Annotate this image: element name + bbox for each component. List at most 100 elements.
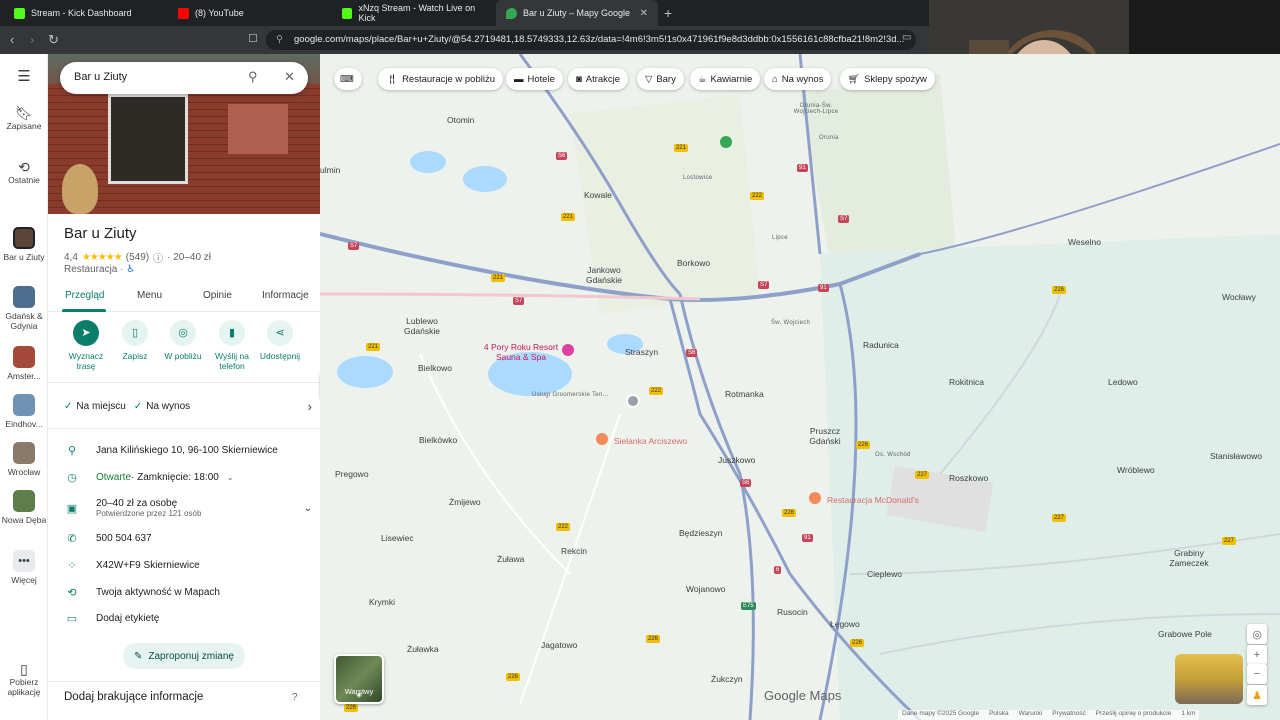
url-bar[interactable]: ⚲ google.com/maps/place/Bar+u+Ziuty/@54.… (266, 30, 916, 50)
map-canvas[interactable]: ⌨ 🍴︎ Restauracje w pobliżu ▬ Hotele ◙ Atrak… (320, 54, 1280, 720)
restaurant-marker-icon[interactable] (809, 492, 821, 504)
privacy-link[interactable]: Prywatność (1052, 710, 1086, 720)
place-marker-icon[interactable] (626, 394, 640, 408)
kick-icon (342, 7, 353, 19)
activity-row[interactable]: ⟲ Twoja aktywność w Mapach (64, 582, 312, 602)
chip-groceries[interactable]: 🛒︎ Sklepy spożyw (840, 68, 935, 90)
search-icon[interactable]: ⚲ (248, 69, 258, 85)
cocktail-icon: ▽ (645, 73, 653, 85)
tab-overview[interactable]: Przegląd (65, 290, 104, 301)
rail-saved[interactable]: 🔖︎ Zapisane (0, 106, 48, 131)
road-shield: 226 (850, 639, 865, 647)
directions-button[interactable]: ➤ Wyznacz trasę (61, 320, 111, 371)
poi-spa[interactable]: 4 Pory Roku Resort Sauna & Spa (476, 342, 566, 362)
rail-place-gdansk[interactable]: Gdańsk & Gdynia (0, 286, 48, 331)
restaurant-marker-icon[interactable] (596, 433, 608, 445)
attribution-link[interactable]: Polska (989, 710, 1009, 720)
road-shield: S6 (686, 349, 698, 357)
phone-row[interactable]: ✆ 500 504 637 (64, 528, 312, 548)
chevron-down-icon[interactable]: ⌄ (304, 503, 312, 514)
fork-knife-icon: 🍴︎ (386, 73, 399, 85)
zoom-in-button[interactable]: + (1247, 645, 1267, 665)
close-icon[interactable]: ✕ (284, 69, 295, 85)
reload-icon[interactable]: ↻ (48, 32, 59, 48)
chip-takeout[interactable]: ⌂ Na wynos (764, 68, 832, 90)
scale-label[interactable]: 1 km (1181, 710, 1195, 720)
poi-sielanka[interactable]: Sielanka Arciszewo (614, 436, 687, 446)
rail-more[interactable]: ••• Więcej (0, 550, 48, 585)
road-shield: 226 (856, 441, 871, 449)
hours-row[interactable]: ◷ Otwarte · Zamknięcie: 18:00 ⌄ (64, 467, 312, 487)
map-label: Żuławka (407, 644, 439, 654)
chip-cafes[interactable]: ☕︎ Kawiarnie (690, 68, 761, 90)
chip-hotels[interactable]: ▬ Hotele (506, 68, 563, 90)
spa-marker-icon[interactable] (562, 344, 574, 356)
browser-tab-active[interactable]: Bar u Ziuty – Mapy Google ✕ (496, 0, 658, 26)
chip-attractions[interactable]: ◙ Atrakcje (568, 68, 629, 90)
forward-icon[interactable]: › (30, 32, 34, 47)
feedback-link[interactable]: Prześlij opinię o produkcie (1096, 710, 1172, 720)
rail-place-bar-u-ziuty[interactable]: Bar u Ziuty (0, 227, 48, 262)
place-thumbnail (13, 346, 35, 368)
phone-icon: ▯ (20, 661, 28, 677)
close-tab-icon[interactable]: ✕ (640, 8, 648, 19)
browser-tab[interactable]: xNzq Stream - Watch Live on Kick (332, 0, 498, 26)
rail-place-eindhoven[interactable]: Eindhov... (0, 394, 48, 429)
rail-recent[interactable]: ⟲ Ostatnie (0, 160, 48, 185)
send-to-phone-button[interactable]: ▮ Wyślij na telefon (207, 320, 257, 371)
share-button[interactable]: ⋖ Udostępnij (255, 320, 305, 361)
rail-place-wroclaw[interactable]: Wrocław (0, 442, 48, 477)
zoom-out-button[interactable]: − (1247, 664, 1267, 684)
road-shield: 226 (646, 635, 661, 643)
rail-label: Eindhov... (5, 419, 43, 429)
bookmark-icon[interactable]: ☐ (248, 32, 258, 45)
back-icon[interactable]: ‹ (10, 32, 14, 47)
place-title: Bar u Ziuty (64, 225, 137, 242)
new-tab-icon[interactable]: + (664, 5, 672, 21)
poi-mcdonalds[interactable]: Restauracja McDonald's (827, 495, 919, 505)
terms-link[interactable]: Warunki (1019, 710, 1043, 720)
park-marker-icon[interactable] (720, 136, 732, 148)
suggest-edit-button[interactable]: ✎ Zaproponuj zmianę (123, 643, 245, 669)
plus-code-row[interactable]: ⁘ X42W+F9 Skierniewice (64, 555, 312, 575)
chip-label: Hotele (527, 73, 555, 85)
rail-download-app[interactable]: ▯ Pobierz aplikację (0, 661, 48, 697)
map-label: Żukczyn (711, 674, 743, 684)
browser-tab[interactable]: Stream - Kick Dashboard (4, 0, 170, 26)
action-label: Udostępnij (259, 351, 301, 361)
rail-place-amsterdam[interactable]: Amster... (0, 346, 48, 381)
browser-tab[interactable]: (8) YouTube (168, 0, 334, 26)
add-label-row[interactable]: ▭ Dodaj etykietę (64, 608, 312, 628)
chip-restaurants[interactable]: 🍴︎ Restauracje w pobliżu (378, 68, 503, 90)
tab-menu[interactable]: Menu (137, 290, 162, 301)
my-location-button[interactable]: ◎ (1247, 624, 1267, 644)
tab-reviews[interactable]: Opinie (203, 290, 232, 301)
cast-icon[interactable]: ▭ (902, 32, 911, 43)
help-icon[interactable]: ? (292, 692, 298, 703)
category-row: Restauracja · ♿︎ (64, 264, 135, 275)
map-district-label: Os. Wschód (875, 452, 911, 458)
keyboard-shortcuts-chip[interactable]: ⌨ (334, 68, 362, 90)
layers-button[interactable]: ◈ Warstwy (334, 654, 384, 704)
nearby-button[interactable]: ◎ W pobliżu (158, 320, 208, 361)
street-view-thumbnail[interactable] (1175, 654, 1243, 704)
search-input[interactable]: Bar u Ziuty (74, 71, 127, 83)
service-options-row[interactable]: ✓ Na miejscu ✓ Na wynos › (64, 396, 312, 416)
add-label-text: Dodaj etykietę (96, 612, 160, 624)
rating-row: 4,4 ★★★★★ (549) ⓘ · 20–40 zł (64, 250, 211, 265)
price-row[interactable]: ▣ 20–40 zł za osobę Potwierdzone przez 1… (64, 495, 312, 521)
chevron-down-icon[interactable]: ⌄ (227, 473, 234, 482)
category-label[interactable]: Restauracja · (64, 264, 123, 275)
review-count[interactable]: (549) (126, 252, 149, 263)
info-icon[interactable]: ⓘ (153, 250, 163, 265)
menu-icon[interactable]: ☰ (0, 69, 48, 84)
pegman-button[interactable]: ♟ (1247, 685, 1267, 705)
save-button[interactable]: ▯ Zapisz (110, 320, 160, 361)
rail-place-nowa-deba[interactable]: Nowa Dęba (0, 490, 48, 525)
tab-about[interactable]: Informacje (262, 290, 309, 301)
tab-label: xNzq Stream - Watch Live on Kick (358, 3, 476, 23)
chip-bars[interactable]: ▽ Bary (637, 68, 684, 90)
address-row[interactable]: ⚲ Jana Kilińskiego 10, 96-100 Skierniewi… (64, 440, 312, 460)
map-district-label: Lostowice (683, 175, 713, 181)
search-box[interactable]: Bar u Ziuty ⚲ ✕ (60, 62, 308, 94)
